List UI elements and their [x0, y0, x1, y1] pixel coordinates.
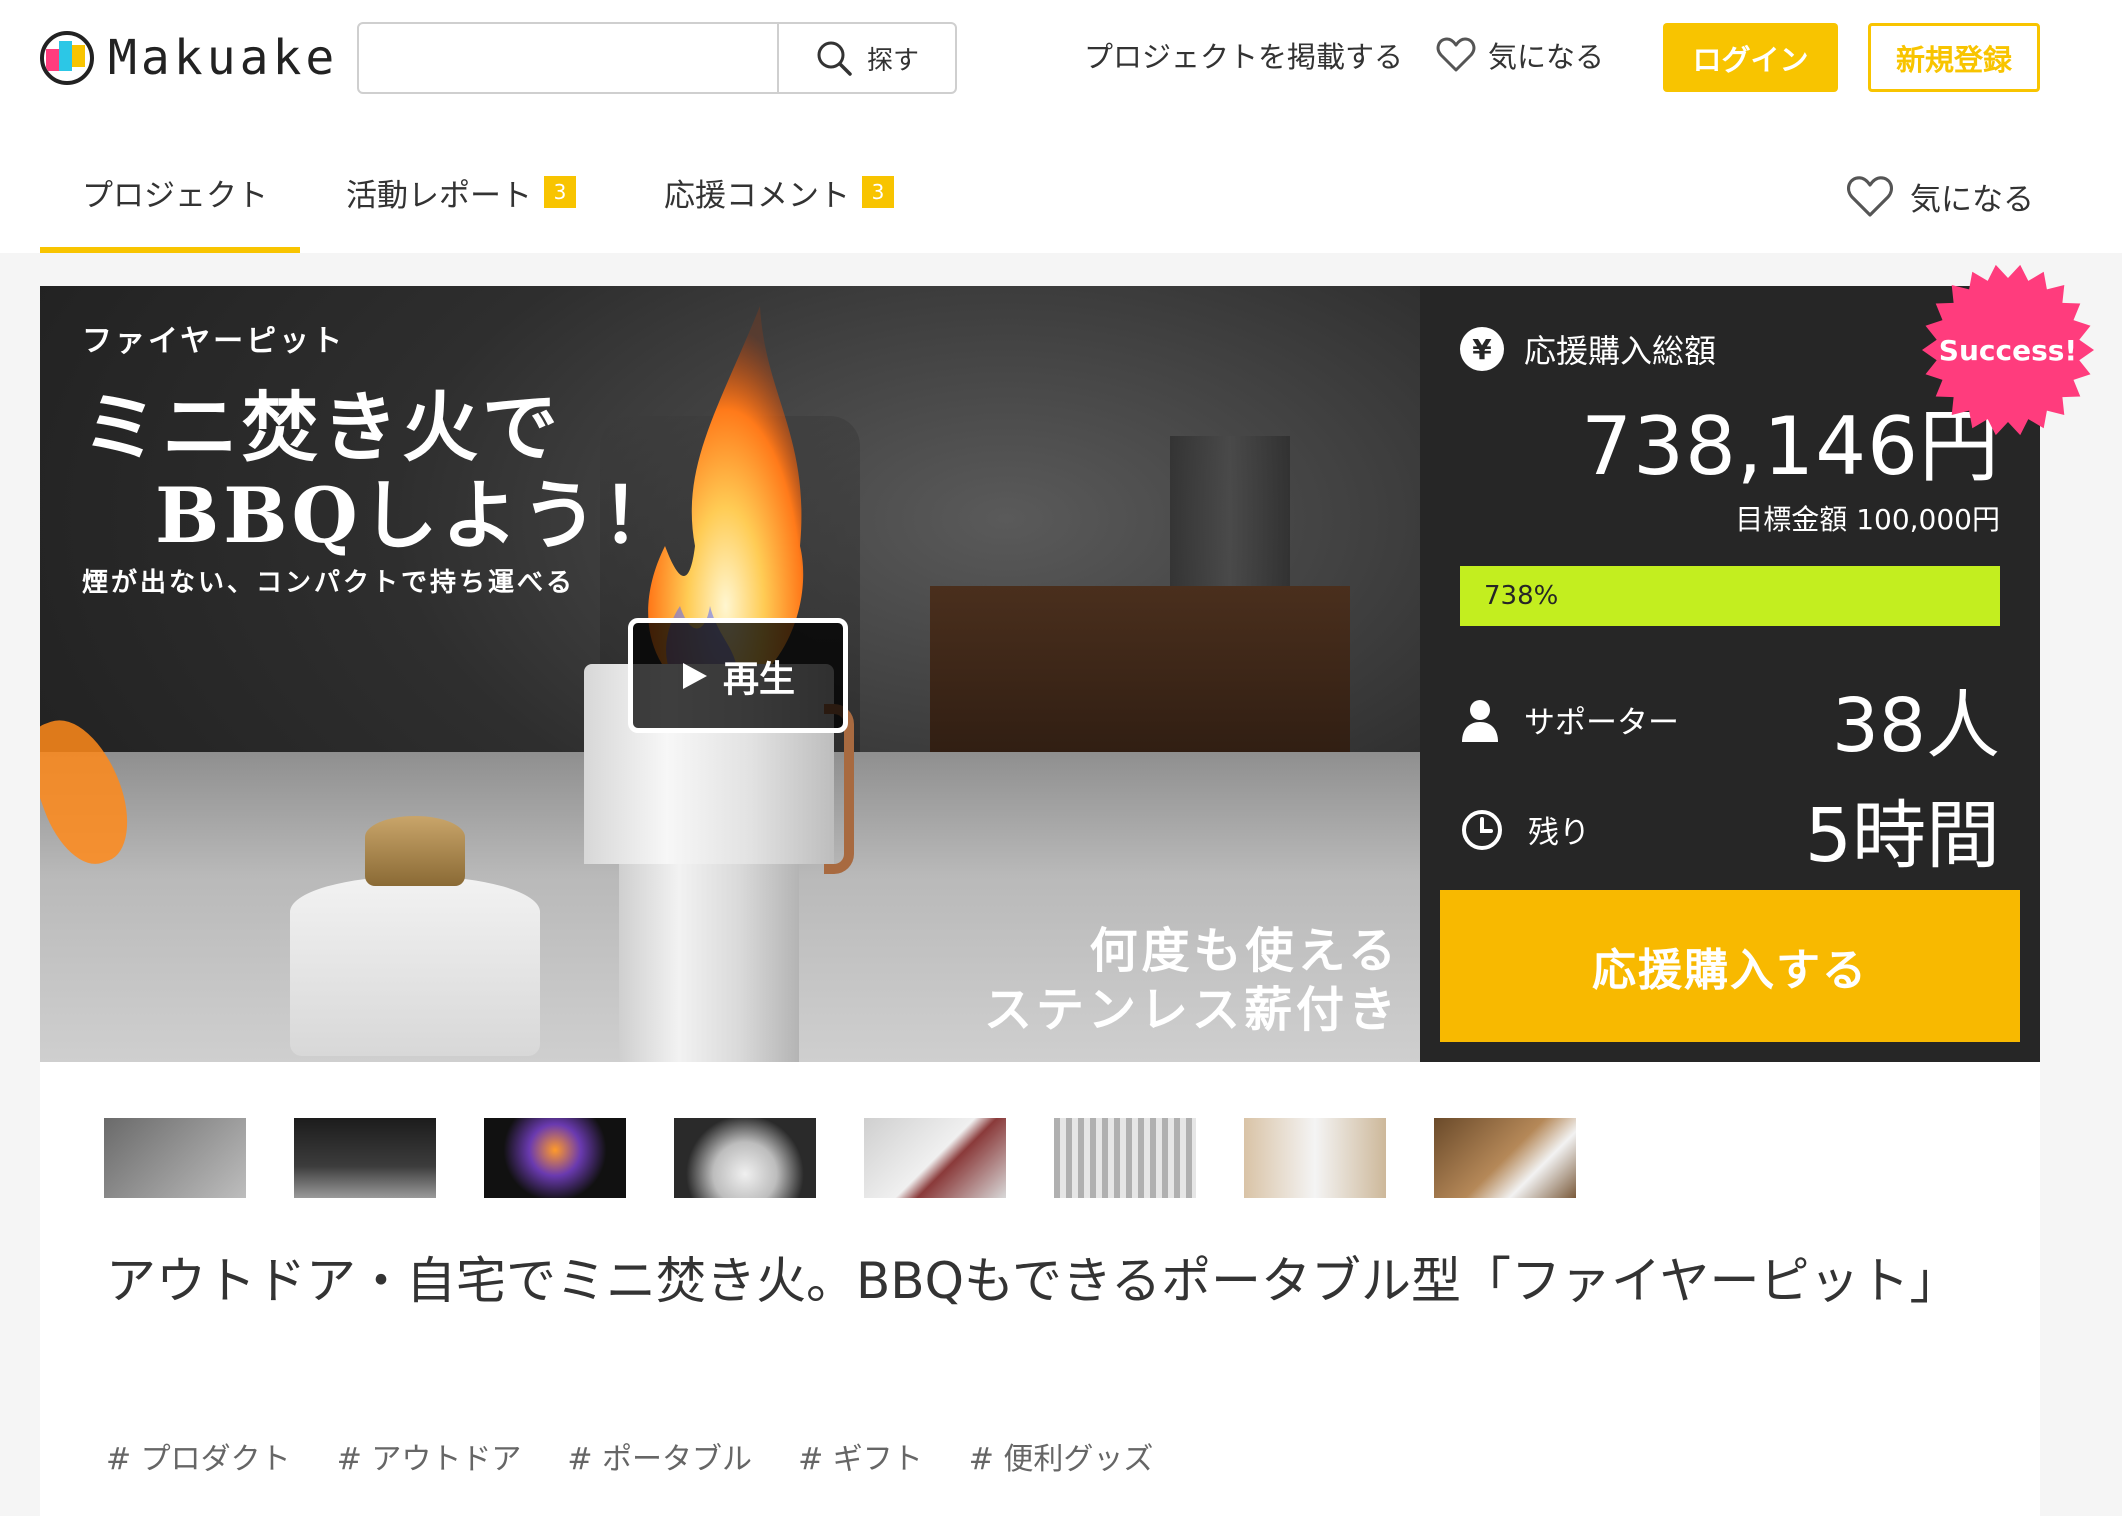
- total-label-row: ¥ 応援購入総額: [1460, 326, 1716, 372]
- favorite-label: 気になる: [1488, 40, 1605, 74]
- thumbnail-7[interactable]: [1244, 1118, 1386, 1198]
- progress-percent: 738%: [1484, 581, 1559, 611]
- goal-amount: 目標金額 100,000円: [1735, 503, 2000, 536]
- thumbnail-3[interactable]: [484, 1118, 626, 1198]
- support-purchase-button[interactable]: 応援購入する: [1440, 890, 2020, 1042]
- logo-text: Makuake: [108, 30, 339, 86]
- makuake-logo[interactable]: Makuake: [40, 30, 338, 86]
- tab-comments-label: 応援コメント: [664, 178, 850, 214]
- search-bar: 探す: [357, 22, 957, 94]
- play-button[interactable]: 再生: [628, 618, 848, 733]
- thumbnail-5[interactable]: [864, 1118, 1006, 1198]
- thumbnail-strip: [104, 1118, 1576, 1198]
- lid-stand-image: [290, 816, 540, 1056]
- tab-project-label: プロジェクト: [82, 178, 268, 214]
- tag-link[interactable]: # アウトドア: [337, 1434, 522, 1478]
- tag-link[interactable]: # ポータブル: [567, 1434, 752, 1478]
- clock-icon: [1462, 809, 1502, 850]
- login-button[interactable]: ログイン: [1663, 23, 1838, 92]
- total-label: 応援購入総額: [1524, 332, 1717, 370]
- success-badge-label: Success!: [1938, 333, 2078, 367]
- play-icon: [682, 662, 707, 689]
- success-badge: Success!: [1920, 262, 2096, 438]
- project-favorite-label: 気になる: [1910, 182, 2034, 218]
- progress-bar: 738%: [1460, 566, 2000, 626]
- tab-activity-report-label: 活動レポート: [346, 178, 532, 214]
- search-input[interactable]: [359, 24, 777, 92]
- signup-button[interactable]: 新規登録: [1868, 23, 2040, 92]
- project-favorite-button[interactable]: 気になる: [1846, 174, 2034, 219]
- thumbnail-4[interactable]: [674, 1118, 816, 1198]
- remaining-time: 5時間: [1804, 793, 2000, 879]
- tab-project[interactable]: プロジェクト: [40, 160, 300, 253]
- tab-activity-report[interactable]: 活動レポート 3: [346, 160, 576, 253]
- remaining-label: 残り: [1528, 815, 1590, 851]
- tab-comments[interactable]: 応援コメント 3: [664, 160, 894, 253]
- header: Makuake 探す プロジェクトを掲載する 気になる ログイン 新規登録 プロ…: [0, 0, 2122, 253]
- supporters-count: 38人: [1831, 683, 2000, 769]
- project-title: アウトドア・自宅でミニ焚き火。BBQもできるポータブル型「ファイヤーピット」: [106, 1252, 1960, 1310]
- hero-caption-line2: ステンレス薪付き: [983, 982, 1400, 1038]
- play-label: 再生: [722, 658, 795, 700]
- hero-video[interactable]: ファイヤーピット ミニ焚き火で BBQしよう！ 煙が出ない、コンパクトで持ち運べ…: [40, 286, 1420, 1062]
- post-project-label: プロジェクトを掲載する: [1084, 40, 1404, 74]
- search-button-label: 探す: [866, 45, 919, 76]
- supporters-label: サポーター: [1524, 705, 1679, 741]
- hero-subtitle: ファイヤーピット: [82, 324, 346, 359]
- project-card: ファイヤーピット ミニ焚き火で BBQしよう！ 煙が出ない、コンパクトで持ち運べ…: [40, 286, 2040, 1516]
- thumbnail-2[interactable]: [294, 1118, 436, 1198]
- hero-title-line2: BBQしよう！: [155, 471, 682, 560]
- thumbnail-6[interactable]: [1054, 1118, 1196, 1198]
- activity-report-count-badge: 3: [544, 176, 576, 208]
- hero-tagline: 煙が出ない、コンパクトで持ち運べる: [82, 568, 576, 598]
- tag-link[interactable]: # ギフト: [798, 1434, 923, 1478]
- heart-icon: [1436, 37, 1476, 72]
- supporters-row: サポーター 38人: [1460, 666, 2000, 773]
- heart-icon: [1847, 175, 1893, 217]
- search-button[interactable]: 探す: [777, 24, 955, 92]
- user-icon: [1462, 699, 1498, 742]
- project-tabs: プロジェクト 活動レポート 3 応援コメント 3: [40, 160, 894, 253]
- thumbnail-1[interactable]: [104, 1118, 246, 1198]
- yen-icon: ¥: [1460, 327, 1504, 371]
- tag-link[interactable]: # プロダクト: [106, 1434, 291, 1478]
- comments-count-badge: 3: [862, 176, 894, 208]
- remaining-row: 残り 5時間: [1460, 776, 2000, 883]
- tag-link[interactable]: # 便利グッズ: [969, 1434, 1154, 1478]
- post-project-link[interactable]: プロジェクトを掲載する: [1084, 34, 1403, 76]
- logo-mark-icon: [40, 31, 94, 85]
- tag-list: # プロダクト # アウトドア # ポータブル # ギフト # 便利グッズ: [106, 1434, 1153, 1478]
- search-icon: [817, 41, 852, 76]
- thumbnail-8[interactable]: [1434, 1118, 1576, 1198]
- favorite-link[interactable]: 気になる: [1436, 34, 1604, 76]
